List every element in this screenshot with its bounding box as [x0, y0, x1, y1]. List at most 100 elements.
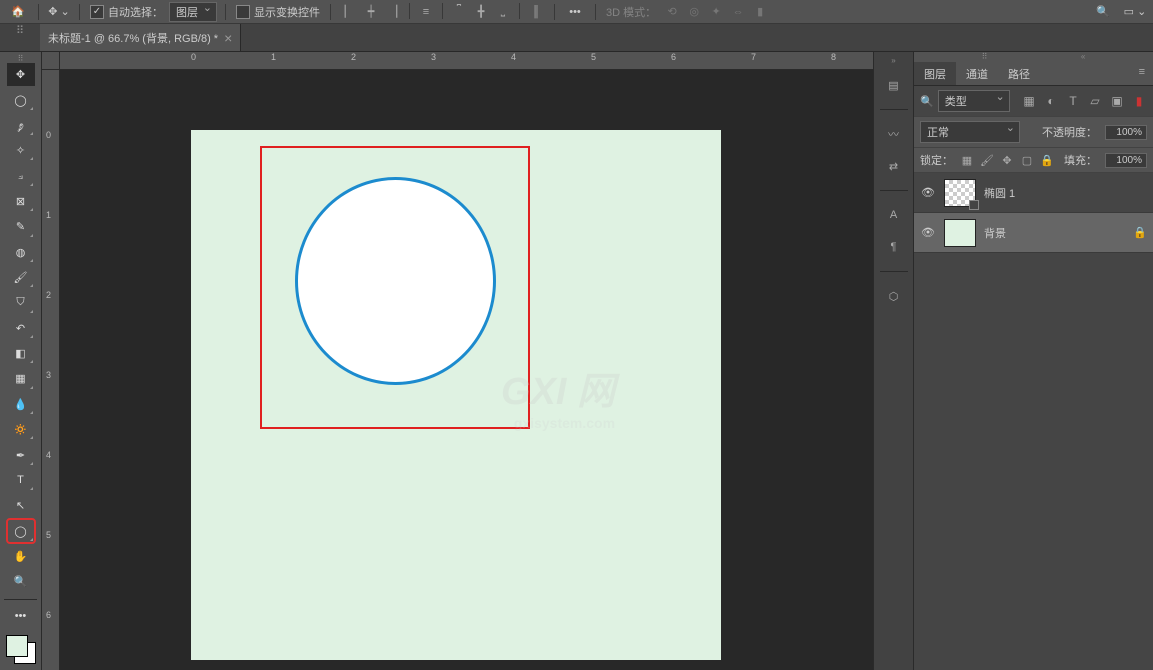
layer-thumbnail[interactable] [944, 179, 976, 207]
history-brush-tool[interactable]: ↶ [7, 317, 35, 340]
eyedropper-tool[interactable]: ✎ [7, 215, 35, 238]
show-transform-label: 显示变换控件 [254, 4, 320, 20]
3d-orbit-icon: ⟲ [662, 3, 682, 21]
filter-pixel-icon[interactable]: ▦ [1021, 93, 1037, 109]
align-center-h-icon[interactable]: ┿ [361, 3, 381, 21]
document-tab-title: 未标题-1 @ 66.7% (背景, RGB/8) * [48, 30, 218, 46]
align-right-icon[interactable]: ▕ [383, 3, 403, 21]
lock-position-icon[interactable]: ✥ [999, 152, 1015, 168]
paragraph-panel-icon[interactable]: ¶ [882, 235, 906, 259]
more-options-icon[interactable]: ••• [563, 2, 587, 22]
filter-toggle-icon[interactable]: ▮ [1131, 93, 1147, 109]
brushes-panel-icon[interactable]: 〰 [882, 122, 906, 146]
layer-row[interactable]: 👁 椭圆 1 [914, 173, 1153, 213]
opacity-input[interactable]: 100% [1105, 125, 1147, 140]
zoom-tool[interactable]: 🔍 [7, 570, 35, 593]
healing-brush-tool[interactable]: ◍ [7, 241, 35, 264]
lasso-tool[interactable]: 𓂈 [7, 114, 35, 137]
hand-tool[interactable]: ✋ [7, 545, 35, 568]
workspace-icon[interactable]: ▭ ⌄ [1123, 2, 1147, 22]
fill-label: 填充： [1064, 152, 1097, 168]
watermark: GXI 网 gxisystem.com [501, 360, 615, 431]
visibility-icon[interactable]: 👁 [920, 185, 936, 201]
tab-channels[interactable]: 通道 [956, 62, 998, 85]
align-left-icon[interactable]: ▏ [339, 3, 359, 21]
type-tool[interactable]: T [7, 469, 35, 492]
dodge-tool[interactable]: 🔅 [7, 418, 35, 441]
adjustments-panel-icon[interactable]: ⇄ [882, 154, 906, 178]
3d-slide-icon: ⇔ [728, 3, 748, 21]
close-tab-icon[interactable]: × [224, 30, 232, 46]
pen-tool[interactable]: ✒ [7, 443, 35, 466]
lock-label: 锁定： [920, 152, 953, 168]
filter-shape-icon[interactable]: ▱ [1087, 93, 1103, 109]
options-bar: 🏠 ✥ ⌄ 自动选择： 图层 显示变换控件 ▏ ┿ ▕ ≡ ⎴ ╋ ⎵ ║ ••… [0, 0, 1153, 24]
layer-filter-dropdown[interactable]: 类型 [938, 90, 1010, 112]
3d-panel-icon[interactable]: ⬡ [882, 284, 906, 308]
blend-mode-dropdown[interactable]: 正常 [920, 121, 1020, 143]
opacity-label: 不透明度： [1042, 124, 1097, 140]
panel-menu-icon[interactable]: ≡ [1131, 62, 1153, 85]
ruler-origin[interactable] [42, 52, 60, 70]
color-swatches[interactable] [6, 635, 36, 664]
lock-artboard-icon[interactable]: ▢ [1019, 152, 1035, 168]
foreground-color-swatch[interactable] [6, 635, 28, 657]
3d-camera-icon: ▮ [750, 3, 770, 21]
distribute-icon[interactable]: ║ [526, 3, 546, 21]
horizontal-ruler[interactable]: 0 1 2 3 4 5 6 7 8 [60, 52, 873, 70]
layer-name[interactable]: 背景 [984, 225, 1125, 241]
brush-tool[interactable]: 🖌 [7, 266, 35, 289]
move-tool[interactable]: ✥ [7, 63, 35, 86]
lock-transparency-icon[interactable]: ▦ [959, 152, 975, 168]
character-panel-icon[interactable]: A [882, 203, 906, 227]
filter-smart-icon[interactable]: ▣ [1109, 93, 1125, 109]
tab-paths[interactable]: 路径 [998, 62, 1040, 85]
filter-type-icon[interactable]: T [1065, 93, 1081, 109]
home-icon[interactable]: 🏠 [6, 2, 30, 22]
frame-tool[interactable]: ⊠ [7, 190, 35, 213]
layer-name[interactable]: 椭圆 1 [984, 185, 1147, 201]
auto-select-checkbox[interactable]: 自动选择： [90, 4, 163, 20]
auto-select-label: 自动选择： [108, 4, 163, 20]
lock-icon: 🔒 [1133, 226, 1147, 239]
magic-wand-tool[interactable]: ✧ [7, 139, 35, 162]
3d-roll-icon: ◎ [684, 3, 704, 21]
tab-layers[interactable]: 图层 [914, 62, 956, 85]
canvas[interactable]: GXI 网 gxisystem.com [191, 130, 721, 660]
search-icon[interactable]: 🔍 [1091, 2, 1115, 22]
show-transform-checkbox[interactable]: 显示变换控件 [236, 4, 320, 20]
tools-panel: ⠿ ✥ ◯ 𓂈 ✧ ⟓ ⊠ ✎ ◍ 🖌 ⛉ ↶ ◧ ▦ 💧 🔅 ✒ T ↖ ◯ … [0, 52, 42, 670]
marquee-tool[interactable]: ◯ [7, 88, 35, 111]
vertical-ruler[interactable]: 0 1 2 3 4 5 6 [42, 70, 60, 670]
canvas-area: 0 1 2 3 4 5 6 7 8 0 1 2 3 4 5 6 GXI 网 [42, 52, 873, 670]
align-justify-icon[interactable]: ≡ [416, 3, 436, 21]
crop-tool[interactable]: ⟓ [7, 164, 35, 187]
3d-pan-icon: ✦ [706, 3, 726, 21]
collapsed-panels: » ▤ 〰 ⇄ A ¶ ⬡ [873, 52, 913, 670]
layer-row[interactable]: 👁 背景 🔒 [914, 213, 1153, 253]
visibility-icon[interactable]: 👁 [920, 225, 936, 241]
gradient-tool[interactable]: ▦ [7, 367, 35, 390]
ellipse-shape[interactable] [295, 177, 496, 385]
align-bottom-icon[interactable]: ⎵ [493, 3, 513, 21]
edit-toolbar[interactable]: ••• [7, 605, 35, 628]
history-panel-icon[interactable]: ▤ [882, 73, 906, 97]
align-middle-icon[interactable]: ╋ [471, 3, 491, 21]
mode-3d-label: 3D 模式： [606, 4, 656, 20]
layers-list: 👁 椭圆 1 👁 背景 🔒 [914, 173, 1153, 670]
clone-stamp-tool[interactable]: ⛉ [7, 291, 35, 314]
blur-tool[interactable]: 💧 [7, 393, 35, 416]
document-tab-bar: ⠿ 未标题-1 @ 66.7% (背景, RGB/8) * × [0, 24, 1153, 52]
layer-thumbnail[interactable] [944, 219, 976, 247]
document-tab[interactable]: 未标题-1 @ 66.7% (背景, RGB/8) * × [40, 24, 241, 51]
auto-select-target-dropdown[interactable]: 图层 [169, 2, 217, 22]
lock-all-icon[interactable]: 🔒 [1039, 152, 1055, 168]
move-tool-icon[interactable]: ✥ ⌄ [47, 2, 71, 22]
lock-pixels-icon[interactable]: 🖌 [979, 152, 995, 168]
filter-adjustment-icon[interactable]: ◐ [1043, 93, 1059, 109]
ellipse-tool[interactable]: ◯ [7, 519, 35, 542]
fill-input[interactable]: 100% [1105, 153, 1147, 168]
eraser-tool[interactable]: ◧ [7, 342, 35, 365]
path-selection-tool[interactable]: ↖ [7, 494, 35, 517]
align-top-icon[interactable]: ⎴ [449, 3, 469, 21]
